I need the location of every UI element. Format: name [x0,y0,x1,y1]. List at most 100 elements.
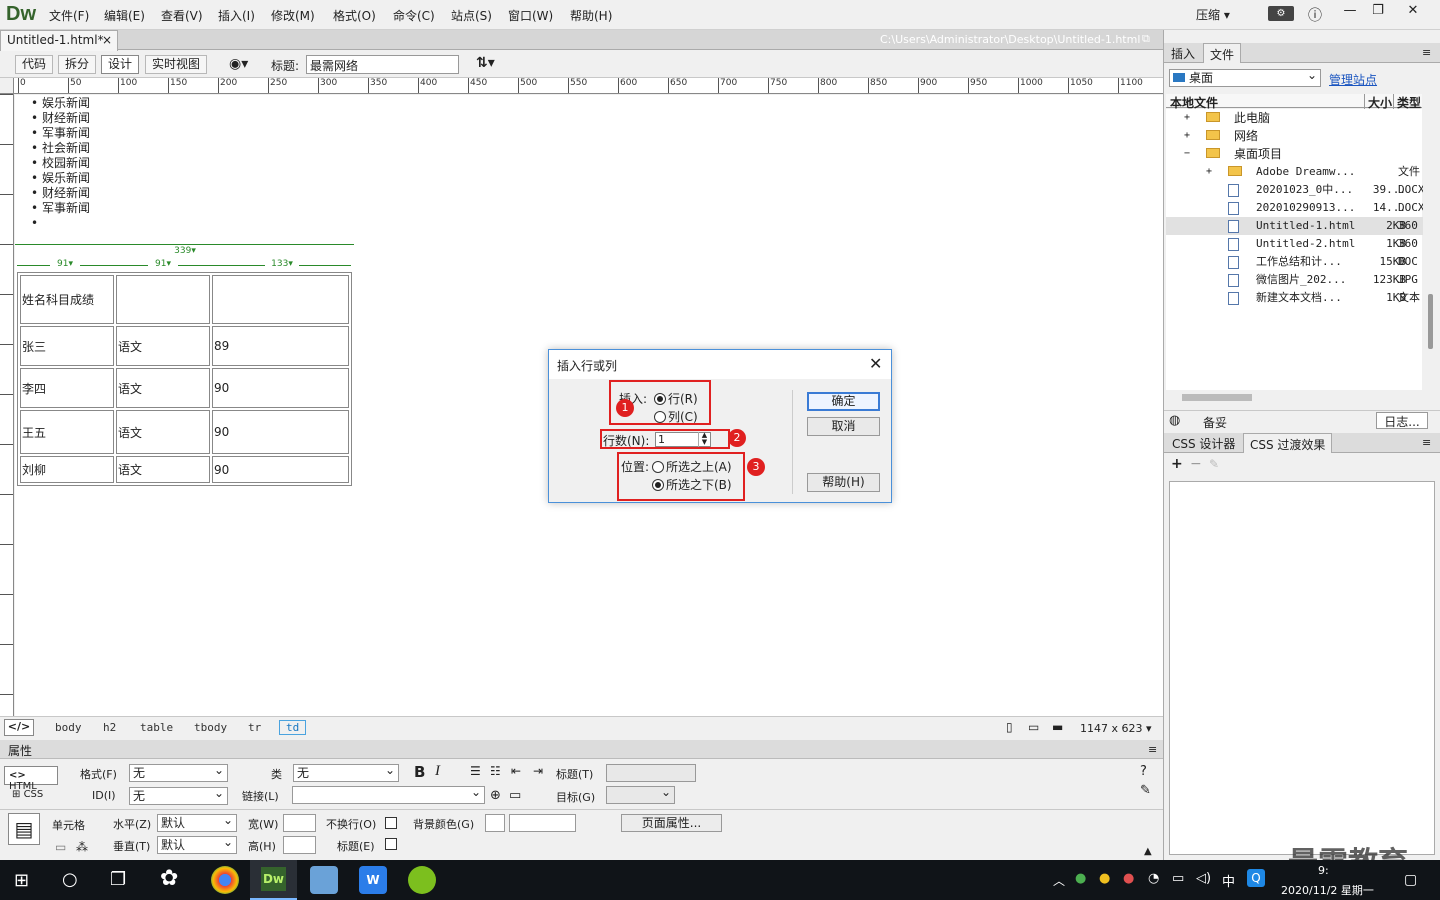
tree-expander-icon[interactable]: + [1206,163,1212,181]
table-cell[interactable]: 90 [212,368,349,408]
transitions-list[interactable] [1169,481,1435,855]
maximize-button[interactable]: ❐ [1361,0,1395,22]
help-icon[interactable]: ? [1140,764,1147,779]
file-management-icon[interactable]: ⇅▾ [476,55,495,71]
table-cell[interactable]: 李四 [20,368,114,408]
file-tree-row[interactable]: 20201023_0中... 39... DOCX [1166,181,1426,199]
css-mode-button[interactable]: ⊞ CSS [12,789,43,800]
menu-format[interactable]: 格式(O) [333,7,376,24]
table-cell[interactable]: 语文 [116,326,210,366]
wps-icon[interactable]: W [359,866,387,894]
position-above-radio[interactable]: 所选之上(A) [652,458,732,475]
document-tab[interactable]: Untitled-1.html* × [0,30,118,51]
tab-css-transitions[interactable]: CSS 过渡效果 [1243,433,1333,453]
ok-button[interactable]: 确定 [807,392,880,411]
workspace-switcher[interactable]: 压缩 ▾ [1196,6,1230,23]
table-cell[interactable]: 90 [212,410,349,454]
clock-date[interactable]: 2020/11/2 星期一 [1281,882,1374,898]
action-center-icon[interactable]: ▢ [1404,872,1417,888]
menu-help[interactable]: 帮助(H) [570,7,612,24]
menu-commands[interactable]: 命令(C) [393,7,435,24]
windows-start-icon[interactable]: ⊞ [14,870,29,891]
ordered-list-icon[interactable]: ☷ [490,764,501,778]
header-cell-checkbox[interactable] [385,838,397,850]
browse-folder-icon[interactable]: ▭ [509,788,521,803]
edit-rule-icon[interactable]: ✎ [1140,783,1151,798]
page-properties-button[interactable]: 页面属性... [621,814,722,832]
task-view-icon[interactable]: ❐ [110,869,126,890]
split-view-button[interactable]: 拆分 [58,55,97,74]
id-select[interactable]: 无 [129,785,228,805]
ruler-origin[interactable] [0,78,14,94]
window-size-dropdown[interactable]: 1147 x 623 ▾ [1080,722,1152,735]
table-cell[interactable]: 89 [212,326,349,366]
tree-expander-icon[interactable]: + [1184,127,1190,145]
class-select[interactable]: 无 [293,762,399,782]
mobile-size-icon[interactable]: ▯ [1006,720,1013,734]
outdent-icon[interactable]: ⇤ [511,764,521,778]
halign-select[interactable]: 默认 [157,812,237,832]
css-panel-options-icon[interactable]: ≡ [1422,436,1431,449]
remove-transition-icon[interactable]: − [1190,456,1202,472]
split-cell-icon[interactable]: ⁂ [76,840,88,854]
qq-icon[interactable]: ● [1123,871,1134,886]
tag-h2[interactable]: h2 [103,721,116,734]
tag-tbody[interactable]: tbody [194,721,227,734]
manage-sites-link[interactable]: 管理站点 [1329,71,1377,88]
table-cell[interactable]: 王五 [20,410,114,454]
wechat-icon[interactable]: ● [1075,871,1086,886]
file-tree-row[interactable]: + Adobe Dreamw... 文件 [1166,163,1426,181]
position-below-radio[interactable]: 所选之下(B) [652,476,732,493]
table-cell[interactable]: 语文 [116,410,210,454]
width-input[interactable] [283,814,316,832]
search-icon[interactable]: ○ [62,869,78,890]
file-tree-row[interactable]: + 网络 [1166,127,1426,145]
file-tree-hscroll[interactable] [1166,390,1422,405]
valign-select[interactable]: 默认 [157,834,237,854]
table-cell[interactable]: 语文 [116,456,210,483]
row-count-stepper[interactable]: ▲ ▼ [698,432,710,447]
live-view-button[interactable]: 实时视图 [145,55,208,74]
table-cell[interactable]: 90 [212,456,349,483]
table-cell[interactable]: 张三 [20,326,114,366]
bgcolor-swatch[interactable] [485,814,505,832]
tag-body[interactable]: body [55,721,82,734]
edit-transition-icon[interactable]: ✎ [1209,457,1219,471]
file-tree-row[interactable]: + 此电脑 [1166,109,1426,127]
table-row[interactable]: 王五 语文 90 [20,410,349,454]
menu-edit[interactable]: 编辑(E) [104,7,145,24]
sync-settings-icon[interactable]: ⚙ [1268,6,1294,21]
file-tree-vscroll[interactable] [1423,94,1437,390]
help-button[interactable]: 帮助(H) [807,473,880,492]
notebook-app-icon[interactable] [310,866,338,894]
menu-site[interactable]: 站点(S) [451,7,492,24]
file-tree-row[interactable]: 工作总结和计... 15KB DOC [1166,253,1426,271]
tag-tr[interactable]: tr [248,721,261,734]
file-tree-row[interactable]: − 桌面项目 [1166,145,1426,163]
bgcolor-input[interactable] [509,814,576,832]
menu-window[interactable]: 窗口(W) [508,7,553,24]
tab-insert[interactable]: 插入 [1165,43,1201,63]
scroll-thumb[interactable] [1428,294,1433,349]
column-width-label[interactable]: 91▾ [50,259,80,269]
table-cell[interactable]: 语文 [116,368,210,408]
browser-preview-icon[interactable]: ◉▾ [229,56,248,72]
indent-icon[interactable]: ⇥ [533,764,543,778]
qq-browser-icon[interactable]: Q [1247,869,1265,887]
table-cell[interactable] [116,275,210,324]
table-row[interactable]: 李四 语文 90 [20,368,349,408]
tab-css-designer[interactable]: CSS 设计器 [1166,433,1241,453]
tag-td[interactable]: td [279,720,307,735]
table-row[interactable]: 姓名科目成绩 [20,275,349,324]
menu-modify[interactable]: 修改(M) [271,7,315,24]
italic-button[interactable]: I [435,763,440,780]
scroll-thumb[interactable] [1182,394,1252,401]
media-app-icon[interactable] [408,866,436,894]
cancel-button[interactable]: 取消 [807,417,880,436]
input-method[interactable]: 中 [1222,871,1235,890]
unordered-list-icon[interactable]: ☰ [470,764,481,778]
height-input[interactable] [283,836,316,854]
info-icon[interactable]: ⓘ [1308,5,1322,25]
log-button[interactable]: 日志... [1376,412,1428,429]
code-tag-icon[interactable]: </> [4,719,34,736]
